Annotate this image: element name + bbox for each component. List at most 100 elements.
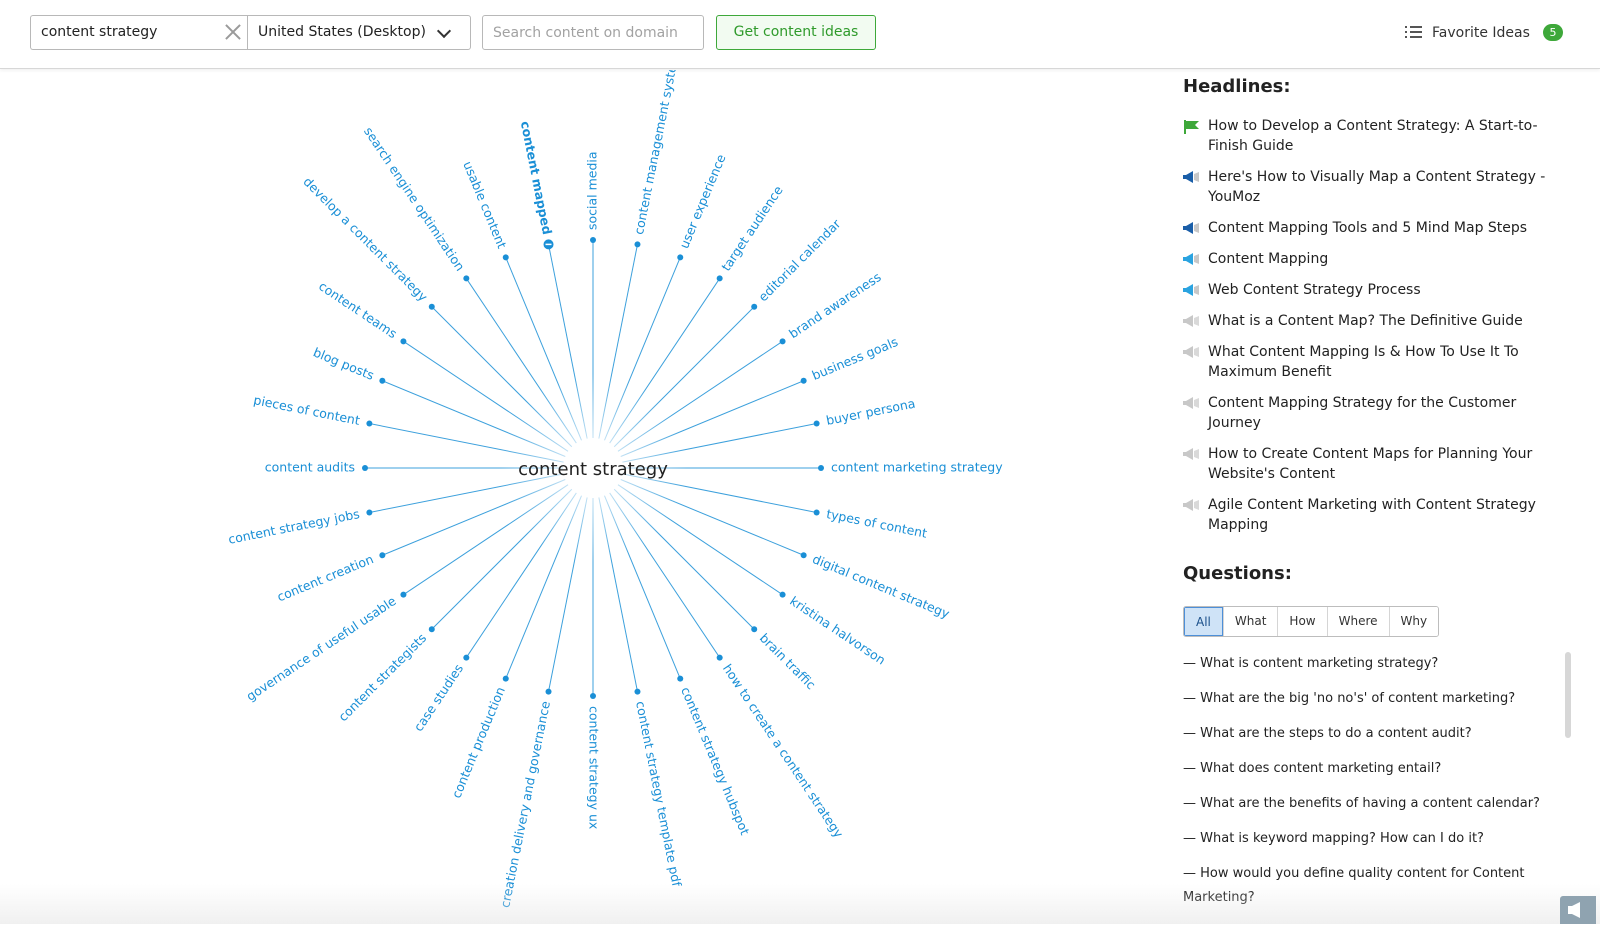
topic-node-usable-content[interactable]	[502, 254, 509, 261]
feedback-button[interactable]	[1560, 896, 1596, 924]
megaphone-icon	[1183, 170, 1200, 185]
topic-node-content-audits[interactable]	[362, 465, 368, 471]
topic-node-types-of-content[interactable]	[813, 509, 820, 516]
topic-label-content-teams[interactable]: content teams	[316, 278, 400, 341]
topic-node-blog-posts[interactable]	[379, 377, 386, 384]
megaphone-icon	[1183, 396, 1200, 411]
question-item[interactable]: — What are the steps to do a content aud…	[1183, 722, 1558, 746]
topic-node-content-strategy-hubspot[interactable]	[677, 675, 684, 682]
question-tab-what[interactable]: What	[1222, 607, 1278, 636]
headline-text: What Content Mapping Is & How To Use It …	[1208, 344, 1519, 380]
domain-search-input[interactable]	[482, 15, 704, 50]
topic-label-content-audits[interactable]: content audits	[265, 460, 355, 475]
topic-label-content-strategy-ux[interactable]: content strategy ux	[587, 706, 602, 829]
topic-node-governance-of-useful-usable[interactable]	[400, 591, 407, 598]
topic-node-content-strategy-template-pdf[interactable]	[634, 688, 641, 695]
topic-label-social-media[interactable]: social media	[585, 151, 600, 230]
topic-label-content-strategists[interactable]: content strategists	[335, 630, 429, 724]
panel-scrollbar[interactable]	[1565, 652, 1571, 738]
topic-node-content-strategists[interactable]	[428, 626, 435, 633]
topic-label-content-marketing-strategy[interactable]: content marketing strategy	[831, 460, 1003, 475]
topic-label-content-production[interactable]: content production	[449, 685, 508, 801]
question-item[interactable]: — What does content marketing entail?	[1183, 757, 1558, 781]
topic-label-brain-traffic[interactable]: brain traffic	[757, 630, 819, 692]
topic-label-content-mapped[interactable]: content mapped	[518, 120, 555, 236]
topic-node-business-goals[interactable]	[800, 377, 807, 384]
topic-label-digital-content-strategy[interactable]: digital content strategy	[810, 551, 952, 621]
question-item[interactable]: — What is content marketing strategy?	[1183, 652, 1558, 676]
topic-node-brain-traffic[interactable]	[751, 626, 758, 633]
topic-node-search-engine-optimization[interactable]	[463, 275, 470, 282]
headline-item[interactable]: Content Mapping Strategy for the Custome…	[1183, 393, 1573, 433]
headline-item[interactable]: Content Mapping Tools and 5 Mind Map Ste…	[1183, 218, 1573, 238]
topic-label-content-creation[interactable]: content creation	[275, 551, 376, 604]
question-item[interactable]: — What are the benefits of having a cont…	[1183, 792, 1558, 816]
topic-node-case-studies[interactable]	[463, 654, 470, 661]
headline-item[interactable]: Web Content Strategy Process	[1183, 280, 1573, 300]
topic-node-buyer-persona[interactable]	[813, 420, 820, 427]
question-item[interactable]: — What is keyword mapping? How can I do …	[1183, 827, 1558, 851]
topic-label-content-management-system[interactable]: content management system	[631, 70, 682, 236]
topic-label-content-strategy-jobs[interactable]: content strategy jobs	[227, 506, 361, 547]
topic-node-target-audience[interactable]	[716, 275, 723, 282]
headline-text: How to Develop a Content Strategy: A Sta…	[1208, 118, 1538, 154]
headline-item[interactable]: Here's How to Visually Map a Content Str…	[1183, 167, 1573, 207]
topic-node-pieces-of-content[interactable]	[366, 420, 373, 427]
topic-node-digital-content-strategy[interactable]	[800, 552, 807, 559]
headline-item[interactable]: How to Develop a Content Strategy: A Sta…	[1183, 116, 1573, 156]
question-tab-why[interactable]: Why	[1388, 607, 1439, 636]
topic-node-content-strategy-jobs[interactable]	[366, 509, 373, 516]
topic-node-social-media[interactable]	[590, 237, 596, 243]
headline-item[interactable]: What Content Mapping Is & How To Use It …	[1183, 342, 1573, 382]
topic-node-content-marketing-strategy[interactable]	[818, 465, 824, 471]
clear-icon[interactable]	[222, 21, 244, 43]
headline-item[interactable]: How to Create Content Maps for Planning …	[1183, 444, 1573, 484]
topic-label-brand-awareness[interactable]: brand awareness	[786, 269, 884, 341]
headlines-title: Headlines:	[1183, 76, 1291, 97]
topic-label-user-experience[interactable]: user experience	[676, 152, 728, 251]
topic-label-case-studies[interactable]: case studies	[411, 661, 467, 734]
question-tab-where[interactable]: Where	[1326, 607, 1389, 636]
topic-node-content-teams[interactable]	[400, 338, 407, 345]
topic-node-develop-a-content-strategy[interactable]	[428, 303, 435, 310]
topic-label-creation-delivery-and-governance[interactable]: creation delivery and governance	[497, 699, 553, 909]
topic-label-pieces-of-content[interactable]: pieces of content	[252, 392, 361, 428]
get-content-ideas-button[interactable]: Get content ideas	[716, 15, 876, 50]
keyword-input[interactable]: content strategy	[30, 15, 248, 50]
megaphone-icon	[1183, 447, 1200, 462]
headline-text: Content Mapping	[1208, 251, 1329, 267]
topic-node-content-production[interactable]	[502, 675, 509, 682]
question-item[interactable]: — How would you define quality content f…	[1183, 862, 1558, 910]
headline-text: Content Mapping Tools and 5 Mind Map Ste…	[1208, 220, 1528, 236]
top-toolbar: content strategy United States (Desktop)…	[0, 0, 1600, 69]
topic-node-how-to-create-a-content-strategy[interactable]	[716, 654, 723, 661]
headline-text: Content Mapping Strategy for the Custome…	[1208, 395, 1517, 431]
headline-item[interactable]: What is a Content Map? The Definitive Gu…	[1183, 311, 1573, 331]
megaphone-icon	[1568, 902, 1580, 918]
question-item[interactable]: — What are the big 'no no's' of content …	[1183, 687, 1558, 711]
topic-node-content-creation[interactable]	[379, 552, 386, 559]
topic-label-usable-content[interactable]: usable content	[460, 159, 509, 251]
topic-label-kristina-halvorson[interactable]: kristina halvorson	[787, 593, 888, 667]
question-tab-all[interactable]: All	[1184, 607, 1223, 636]
topic-label-content-strategy-hubspot[interactable]: content strategy hubspot	[678, 685, 753, 837]
center-keyword: content strategy	[518, 459, 668, 480]
question-tab-how[interactable]: How	[1277, 607, 1327, 636]
topic-node-brand-awareness[interactable]	[779, 338, 786, 345]
headline-item[interactable]: Content Mapping	[1183, 249, 1573, 269]
topic-node-content-management-system[interactable]	[634, 241, 641, 248]
database-select[interactable]: United States (Desktop)	[247, 15, 471, 50]
topic-node-editorial-calendar[interactable]	[751, 303, 758, 310]
topic-label-blog-posts[interactable]: blog posts	[311, 344, 376, 383]
headline-item[interactable]: Agile Content Marketing with Content Str…	[1183, 495, 1573, 535]
topic-label-target-audience[interactable]: target audience	[718, 183, 786, 274]
topic-label-editorial-calendar[interactable]: editorial calendar	[755, 216, 844, 305]
topic-node-content-strategy-ux[interactable]	[590, 693, 596, 699]
topic-label-business-goals[interactable]: business goals	[810, 334, 900, 383]
topic-node-kristina-halvorson[interactable]	[779, 591, 786, 598]
topic-label-types-of-content[interactable]: types of content	[825, 506, 928, 541]
topic-label-content-strategy-template-pdf[interactable]: content strategy template pdf	[633, 700, 685, 889]
topic-label-buyer-persona[interactable]: buyer persona	[825, 396, 917, 428]
topic-node-creation-delivery-and-governance[interactable]	[545, 688, 552, 695]
topic-node-user-experience[interactable]	[677, 254, 684, 261]
